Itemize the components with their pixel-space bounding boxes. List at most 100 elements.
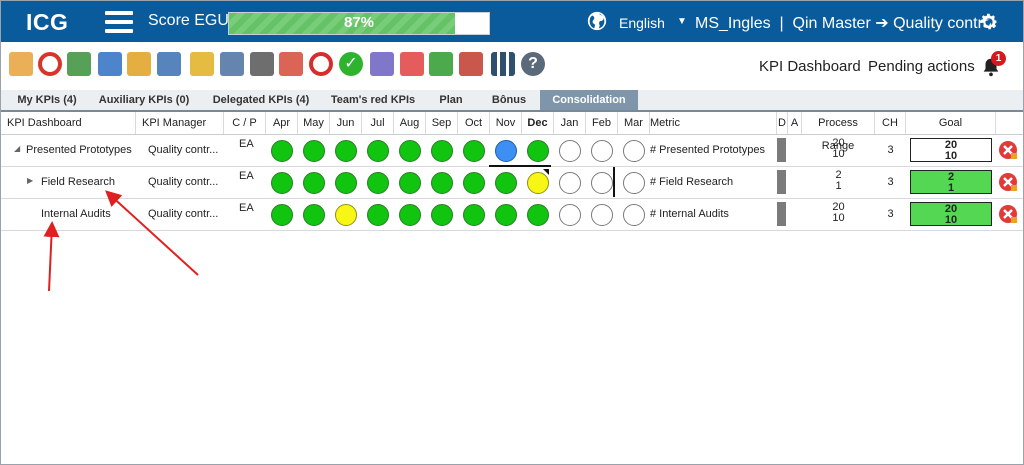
expand-toggle-icon[interactable]: ▶ bbox=[27, 176, 33, 185]
status-dot-jul[interactable] bbox=[367, 204, 389, 226]
status-dot-may[interactable] bbox=[303, 204, 325, 226]
col-month-sep[interactable]: Sep bbox=[426, 112, 458, 134]
status-dot-may[interactable] bbox=[303, 140, 325, 162]
delete-icon[interactable] bbox=[998, 140, 1018, 160]
delete-icon[interactable] bbox=[998, 172, 1018, 192]
bar-chart-icon[interactable] bbox=[98, 52, 122, 76]
edit-icon[interactable] bbox=[9, 52, 33, 76]
status-dot-jan[interactable] bbox=[559, 140, 581, 162]
status-dot-apr[interactable] bbox=[271, 204, 293, 226]
kpi-name[interactable]: Field Research bbox=[41, 176, 115, 188]
language-selector[interactable]: English bbox=[619, 15, 665, 31]
col-month-jul[interactable]: Jul bbox=[362, 112, 394, 134]
col-ch[interactable]: CH bbox=[875, 112, 906, 134]
col-metric[interactable]: Metric bbox=[646, 112, 777, 134]
status-dot-jun[interactable] bbox=[335, 172, 357, 194]
col-month-jun[interactable]: Jun bbox=[330, 112, 362, 134]
status-dot-jan[interactable] bbox=[559, 172, 581, 194]
calendar-icon[interactable] bbox=[220, 52, 244, 76]
grid-icon[interactable] bbox=[491, 52, 515, 76]
paperclip-icon[interactable] bbox=[127, 52, 151, 76]
col-process-range[interactable]: Process Range bbox=[802, 112, 875, 152]
crosshair-icon[interactable] bbox=[309, 52, 333, 76]
col-month-apr[interactable]: Apr bbox=[266, 112, 298, 134]
status-dot-jul[interactable] bbox=[367, 172, 389, 194]
col-month-oct[interactable]: Oct bbox=[458, 112, 490, 134]
alarm-off-icon[interactable] bbox=[429, 52, 453, 76]
status-dot-oct[interactable] bbox=[463, 172, 485, 194]
col-cp[interactable]: C / P bbox=[224, 112, 266, 134]
status-dot-feb[interactable] bbox=[591, 172, 613, 194]
status-dot-jan[interactable] bbox=[559, 204, 581, 226]
status-dot-sep[interactable] bbox=[431, 172, 453, 194]
app-logo[interactable]: ICG bbox=[26, 9, 68, 36]
status-dot-aug[interactable] bbox=[399, 204, 421, 226]
status-dot-sep[interactable] bbox=[431, 140, 453, 162]
col-a[interactable]: A bbox=[788, 112, 802, 134]
status-dot-oct[interactable] bbox=[463, 140, 485, 162]
globe-icon[interactable] bbox=[586, 10, 608, 32]
status-dot-dec[interactable] bbox=[527, 172, 549, 194]
delete-icon[interactable] bbox=[998, 204, 1018, 224]
status-dot-aug[interactable] bbox=[399, 140, 421, 162]
kpi-name[interactable]: Presented Prototypes bbox=[26, 144, 132, 156]
status-dot-jun[interactable] bbox=[335, 204, 357, 226]
status-dot-mar[interactable] bbox=[623, 140, 645, 162]
status-dot-aug[interactable] bbox=[399, 172, 421, 194]
col-month-may[interactable]: May bbox=[298, 112, 330, 134]
status-dot-sep[interactable] bbox=[431, 204, 453, 226]
table-row[interactable]: ▶ Field Research Quality contr... EA # Field… bbox=[1, 167, 1023, 199]
status-dot-feb[interactable] bbox=[591, 140, 613, 162]
status-dot-jun[interactable] bbox=[335, 140, 357, 162]
col-month-dec[interactable]: Dec bbox=[522, 112, 554, 134]
chevron-down-icon[interactable]: ▼ bbox=[677, 16, 687, 27]
goal-box[interactable]: 20 10 bbox=[910, 202, 992, 226]
hierarchy-icon[interactable] bbox=[279, 52, 303, 76]
user-context[interactable]: MS_Ingles | Qin Master ➔ Quality control bbox=[695, 13, 995, 33]
col-month-jan[interactable]: Jan bbox=[554, 112, 586, 134]
status-dot-oct[interactable] bbox=[463, 204, 485, 226]
presentation-icon[interactable] bbox=[459, 52, 483, 76]
kpi-dashboard-link[interactable]: KPI Dashboard bbox=[759, 58, 861, 75]
status-dot-apr[interactable] bbox=[271, 172, 293, 194]
table-row[interactable]: Internal Audits Quality contr... EA # Inter… bbox=[1, 199, 1023, 231]
expand-toggle-icon[interactable]: ◢ bbox=[14, 144, 20, 153]
status-dot-nov[interactable] bbox=[495, 204, 517, 226]
status-dot-feb[interactable] bbox=[591, 204, 613, 226]
target-icon[interactable] bbox=[38, 52, 62, 76]
pdf-icon[interactable] bbox=[400, 52, 424, 76]
col-kpi-dashboard[interactable]: KPI Dashboard bbox=[1, 112, 136, 134]
table-row[interactable]: ◢ Presented Prototypes Quality contr... EA #… bbox=[1, 135, 1023, 167]
clipboard-icon[interactable] bbox=[67, 52, 91, 76]
tab-auxiliary-kpis[interactable]: Auxiliary KPIs (0) bbox=[93, 90, 195, 110]
tab-my-kpis[interactable]: My KPIs (4) bbox=[11, 90, 83, 110]
gear-icon[interactable] bbox=[978, 11, 1000, 33]
col-month-nov[interactable]: Nov bbox=[490, 112, 522, 134]
status-dot-may[interactable] bbox=[303, 172, 325, 194]
check-circle-icon[interactable]: ✓ bbox=[339, 52, 363, 76]
medal-icon[interactable] bbox=[190, 52, 214, 76]
menu-icon[interactable] bbox=[105, 11, 133, 33]
goal-box[interactable]: 21 bbox=[910, 170, 992, 194]
col-kpi-manager[interactable]: KPI Manager bbox=[136, 112, 224, 134]
tab-plan[interactable]: Plan bbox=[429, 90, 473, 110]
tab-bonus[interactable]: Bônus bbox=[483, 90, 535, 110]
goal-box[interactable]: 20 10 bbox=[910, 138, 992, 162]
col-month-feb[interactable]: Feb bbox=[586, 112, 618, 134]
help-icon[interactable]: ? bbox=[521, 52, 545, 76]
status-dot-mar[interactable] bbox=[623, 204, 645, 226]
tab-consolidation[interactable]: Consolidation bbox=[540, 90, 638, 110]
status-dot-nov[interactable] bbox=[495, 140, 517, 162]
tab-teams-red-kpis[interactable]: Team's red KPIs bbox=[327, 90, 419, 110]
status-dot-nov[interactable] bbox=[495, 172, 517, 194]
status-dot-mar[interactable] bbox=[623, 172, 645, 194]
col-month-aug[interactable]: Aug bbox=[394, 112, 426, 134]
pending-actions-link[interactable]: Pending actions bbox=[868, 58, 975, 75]
status-dot-apr[interactable] bbox=[271, 140, 293, 162]
puzzle-icon[interactable] bbox=[370, 52, 394, 76]
team-icon[interactable] bbox=[157, 52, 181, 76]
stopwatch-icon[interactable] bbox=[250, 52, 274, 76]
status-dot-dec[interactable] bbox=[527, 140, 549, 162]
col-goal[interactable]: Goal bbox=[906, 112, 996, 134]
status-dot-dec[interactable] bbox=[527, 204, 549, 226]
